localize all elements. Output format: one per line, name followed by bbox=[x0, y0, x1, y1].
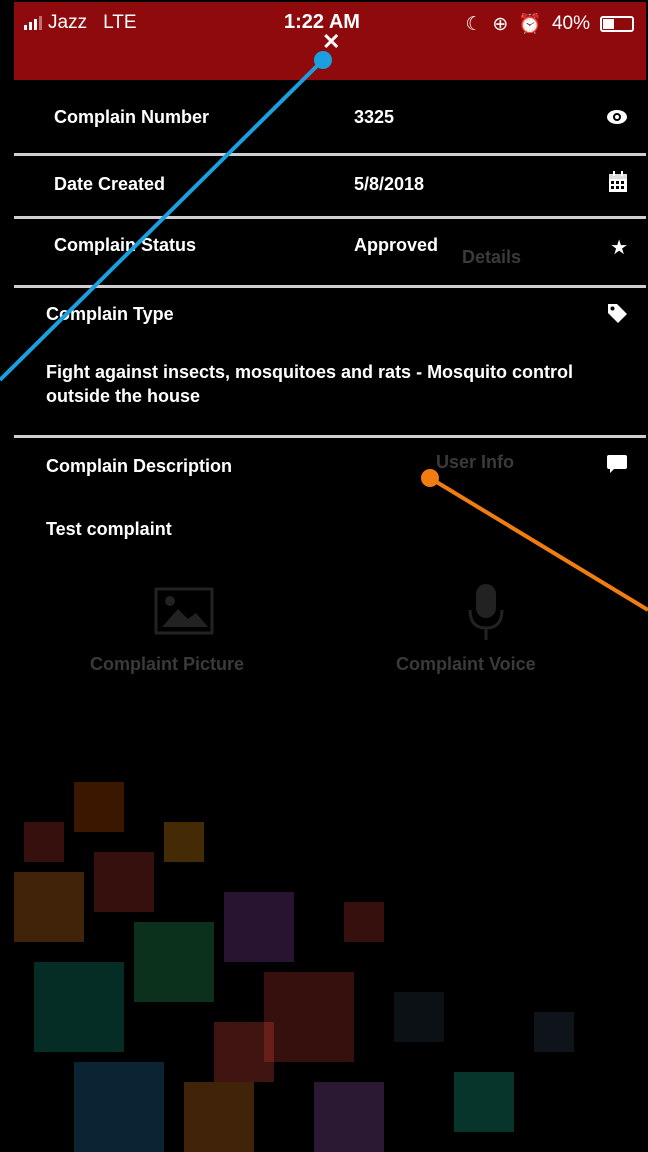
annotation-arrows bbox=[0, 51, 648, 612]
blue-annotation-line bbox=[0, 58, 325, 382]
orange-annotation-dot bbox=[421, 469, 439, 487]
blue-annotation-dot bbox=[314, 51, 332, 69]
orange-annotation-line bbox=[428, 476, 648, 612]
